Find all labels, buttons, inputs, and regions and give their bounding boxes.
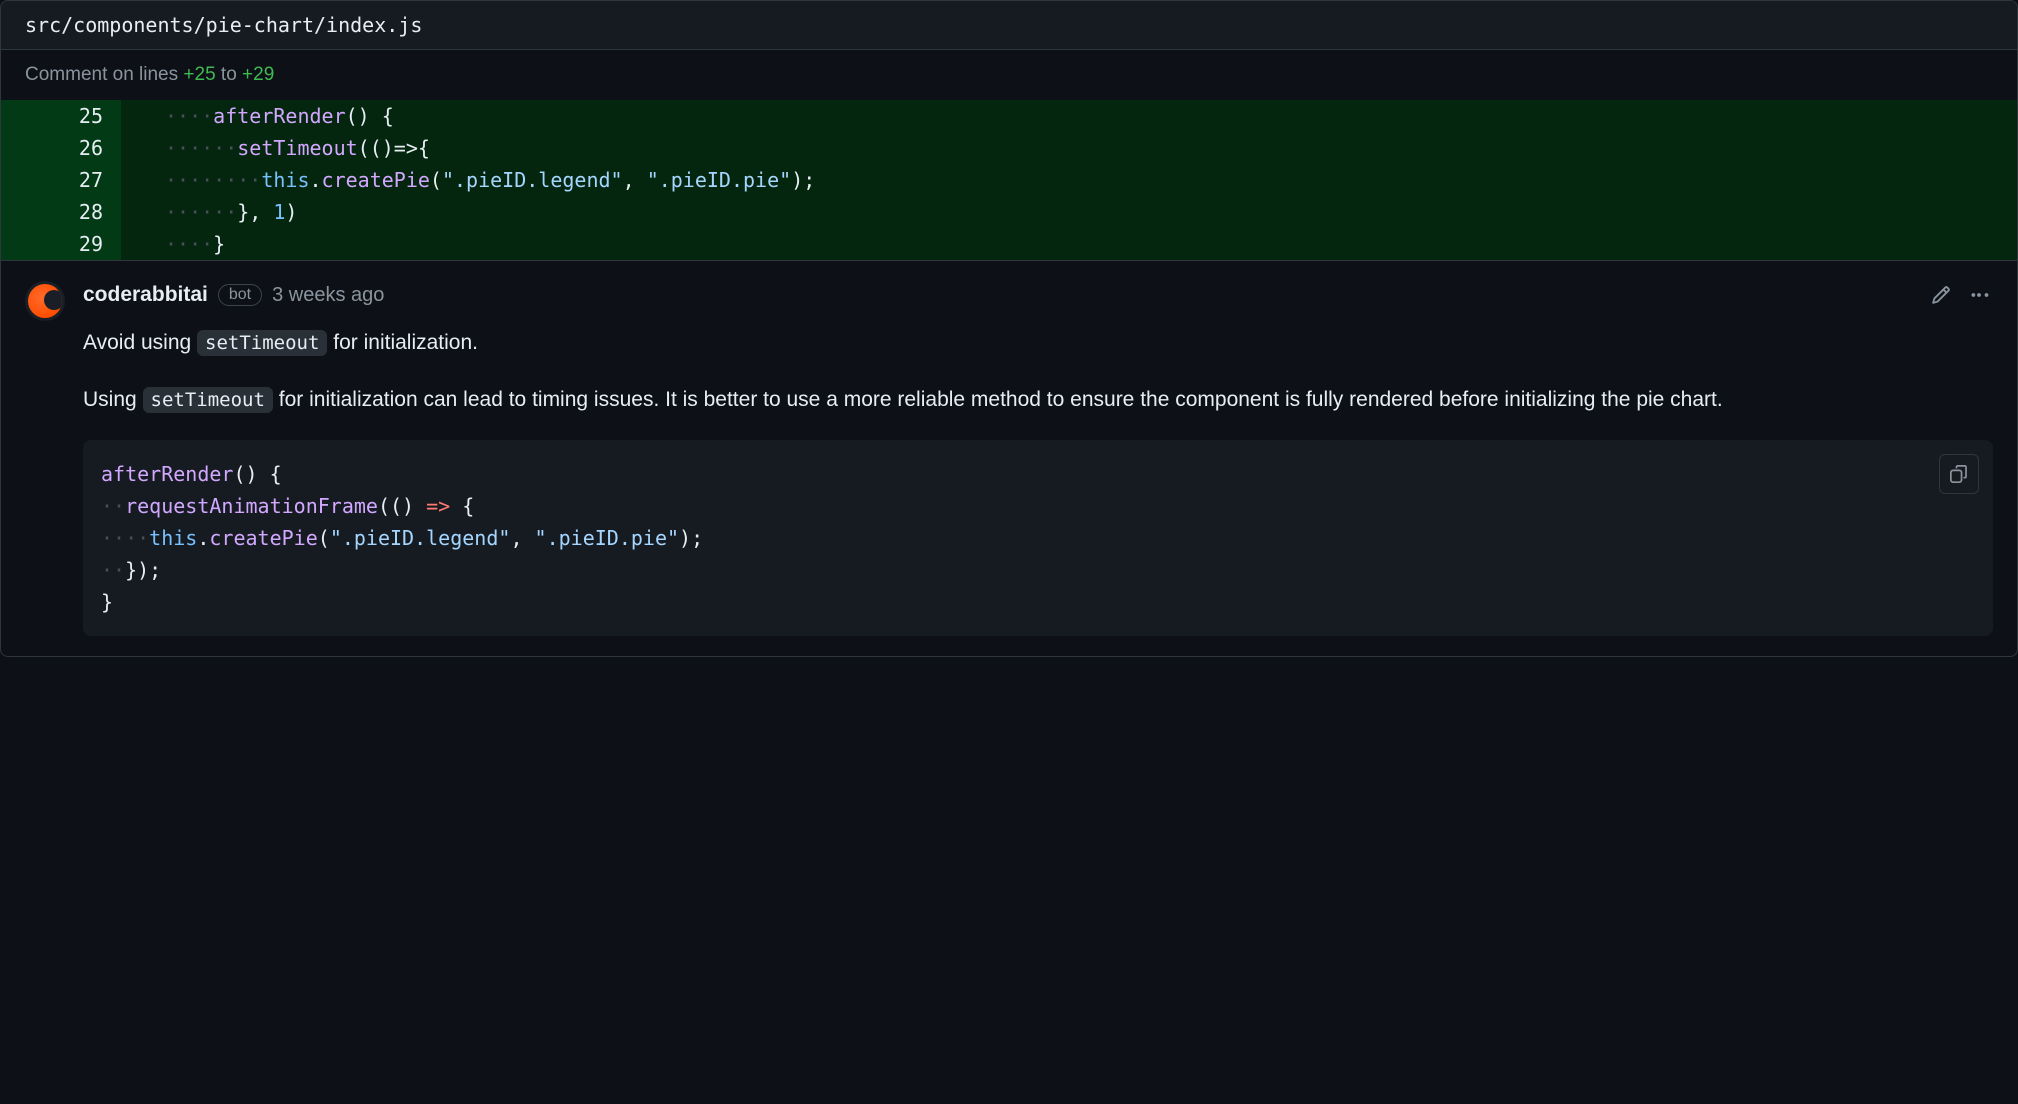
suggestion-line: ··requestAnimationFrame(() => {: [101, 490, 1975, 522]
diff-line: 27 ········this.createPie(".pieID.legend"…: [1, 164, 2017, 196]
line-number-left-blank: [1, 132, 57, 164]
gutter: [121, 132, 161, 164]
line-number-left-blank: [1, 100, 57, 132]
suggestion-line: }: [101, 586, 1975, 618]
diff-line: 26 ······setTimeout(()=>{: [1, 132, 2017, 164]
diff-line: 25 ····afterRender() {: [1, 100, 2017, 132]
gutter: [121, 164, 161, 196]
comment-block: coderabbitai bot 3 weeks ago Avoid using…: [1, 260, 2017, 656]
comment-timestamp[interactable]: 3 weeks ago: [272, 284, 384, 307]
suggestion-line: afterRender() {: [101, 458, 1975, 490]
diff-code: ········this.createPie(".pieID.legend", …: [161, 164, 2017, 196]
range-to: +29: [242, 64, 274, 85]
line-number[interactable]: 29: [57, 228, 121, 260]
comment-body: Avoid using setTimeout for initializatio…: [83, 327, 1993, 636]
comment-header: coderabbitai bot 3 weeks ago: [83, 281, 1993, 309]
gutter: [121, 100, 161, 132]
line-number-left-blank: [1, 228, 57, 260]
gutter: [121, 228, 161, 260]
diff-table: 25 ····afterRender() { 26 ······setTimeout(…: [1, 100, 2017, 260]
avatar[interactable]: [25, 281, 65, 321]
diff-code: ····afterRender() {: [161, 100, 2017, 132]
range-from: +25: [183, 64, 215, 85]
code-suggestion-block: afterRender() {··requestAnimationFrame((…: [83, 440, 1993, 636]
range-sep: to: [216, 64, 242, 85]
comment-paragraph-2: Using setTimeout for initialization can …: [83, 384, 1993, 417]
suggestion-line: ····this.createPie(".pieID.legend", ".pi…: [101, 522, 1975, 554]
line-number-left-blank: [1, 164, 57, 196]
diff-code: ······}, 1): [161, 196, 2017, 228]
comment-paragraph-1: Avoid using setTimeout for initializatio…: [83, 327, 1993, 360]
bot-badge: bot: [218, 284, 262, 306]
kebab-menu-icon[interactable]: [1965, 281, 1993, 309]
suggestion-line: ··});: [101, 554, 1975, 586]
file-path: src/components/pie-chart/index.js: [25, 13, 422, 37]
file-path-header[interactable]: src/components/pie-chart/index.js: [1, 1, 2017, 50]
copy-icon[interactable]: [1939, 454, 1979, 494]
edit-icon[interactable]: [1927, 281, 1955, 309]
line-number[interactable]: 27: [57, 164, 121, 196]
range-prefix: Comment on lines: [25, 64, 183, 85]
diff-code: ······setTimeout(()=>{: [161, 132, 2017, 164]
inline-code: setTimeout: [197, 330, 327, 356]
line-number[interactable]: 28: [57, 196, 121, 228]
diff-line: 28 ······}, 1): [1, 196, 2017, 228]
line-number[interactable]: 26: [57, 132, 121, 164]
comment-main: coderabbitai bot 3 weeks ago Avoid using…: [83, 281, 1993, 636]
inline-code: setTimeout: [143, 387, 273, 413]
line-number[interactable]: 25: [57, 100, 121, 132]
gutter: [121, 196, 161, 228]
diff-code: ····}: [161, 228, 2017, 260]
comment-author[interactable]: coderabbitai: [83, 283, 208, 307]
line-number-left-blank: [1, 196, 57, 228]
avatar-image: [28, 284, 62, 318]
diff-line: 29 ····}: [1, 228, 2017, 260]
comment-line-range: Comment on lines +25 to +29: [1, 50, 2017, 100]
review-comment-container: src/components/pie-chart/index.js Commen…: [0, 0, 2018, 657]
